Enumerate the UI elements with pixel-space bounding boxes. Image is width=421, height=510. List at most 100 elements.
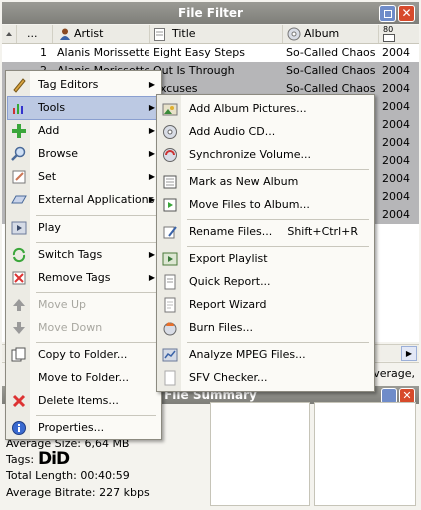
restore-button[interactable] — [379, 5, 396, 22]
menu-item-move-down[interactable]: Move Down — [8, 317, 159, 339]
quick-report-icon — [164, 274, 176, 290]
menu-separator — [187, 219, 369, 220]
context-menu: Tag Editors ▶ Tools ▶ Add ▶ Browse ▶ Set… — [5, 70, 162, 440]
menu-item-move-up[interactable]: Move Up — [8, 294, 159, 316]
submenu-arrow-icon: ▶ — [148, 126, 155, 135]
row-year: 2004 — [382, 82, 410, 95]
audio-cd-icon — [163, 125, 177, 139]
row-year: 2004 — [382, 118, 410, 131]
column-header-title[interactable]: Title — [150, 25, 283, 43]
menu-item-shortcut: Shift+Ctrl+R — [287, 225, 358, 238]
table-row[interactable]: 1 Alanis Morissette Eight Easy Steps So-… — [2, 44, 419, 62]
menu-item-move-files-to-album[interactable]: Move Files to Album... — [159, 194, 372, 216]
tags-logo: DiD — [38, 449, 70, 469]
menu-item-label: Export Playlist — [189, 252, 268, 265]
file-filter-title: File Filter — [178, 6, 243, 20]
average-bitrate: Average Bitrate: 227 kbps — [6, 486, 150, 499]
menu-item-quick-report[interactable]: Quick Report... — [159, 271, 372, 293]
menu-item-label: Move to Folder... — [38, 371, 130, 384]
menu-item-label: Burn Files... — [189, 321, 253, 334]
menu-separator — [36, 342, 156, 343]
menu-item-label: Set — [38, 170, 57, 183]
menu-item-play[interactable]: Play — [8, 217, 159, 239]
row-title: Out Is Through — [153, 64, 235, 77]
column-header-artist[interactable]: Artist — [54, 25, 150, 43]
new-album-icon — [163, 175, 177, 189]
rename-files-icon — [163, 226, 177, 239]
menu-item-label: Remove Tags — [38, 271, 111, 284]
menu-separator — [187, 246, 369, 247]
row-title: Eight Easy Steps — [153, 46, 245, 59]
tags-label: Tags: — [6, 453, 35, 466]
menu-item-external-applications[interactable]: External Applications ▶ — [8, 189, 159, 211]
menu-item-copy-to-folder[interactable]: Copy to Folder... — [8, 344, 159, 366]
menu-item-label: Mark as New Album — [189, 175, 299, 188]
submenu-arrow-icon: ▶ — [148, 149, 155, 158]
report-wizard-icon — [164, 297, 176, 313]
external-applications-icon — [11, 195, 27, 204]
copy-to-folder-icon — [11, 347, 26, 362]
tools-icon — [13, 104, 23, 114]
menu-separator — [187, 169, 369, 170]
album-header-label: Album — [304, 27, 340, 40]
menu-item-analyze-mpeg-files[interactable]: Analyze MPEG Files... — [159, 344, 372, 366]
menu-item-add-album-pictures[interactable]: Add Album Pictures... — [159, 98, 372, 120]
menu-item-label: Add — [38, 124, 60, 137]
artist-header-label: Artist — [74, 27, 104, 40]
export-playlist-icon — [162, 252, 178, 266]
menu-item-burn-files[interactable]: Burn Files... — [159, 317, 372, 339]
synchronize-volume-icon — [163, 148, 177, 162]
menu-item-set[interactable]: Set ▶ — [8, 166, 159, 188]
menu-item-mark-as-new-album[interactable]: Mark as New Album — [159, 171, 372, 193]
menu-item-tag-editors[interactable]: Tag Editors ▶ — [8, 74, 159, 96]
menu-item-label: Add Album Pictures... — [189, 102, 307, 115]
move-down-icon — [13, 322, 25, 334]
menu-item-tools[interactable]: Tools ▶ — [7, 96, 160, 120]
column-header-number[interactable]: ... — [17, 25, 53, 43]
menu-separator — [36, 215, 156, 216]
menu-item-remove-tags[interactable]: Remove Tags ▶ — [8, 267, 159, 289]
move-to-album-icon — [163, 198, 177, 212]
menu-item-synchronize-volume[interactable]: Synchronize Volume... — [159, 144, 372, 166]
file-filter-title-bar[interactable]: File Filter ✕ — [2, 2, 419, 24]
menu-item-add[interactable]: Add ▶ — [8, 120, 159, 142]
row-year: 2004 — [382, 172, 410, 185]
menu-item-label: Copy to Folder... — [38, 348, 128, 361]
menu-item-browse[interactable]: Browse ▶ — [8, 143, 159, 165]
album-pictures-icon — [162, 103, 178, 116]
menu-item-export-playlist[interactable]: Export Playlist — [159, 248, 372, 270]
album-art-box-1 — [210, 402, 310, 506]
menu-item-label: Report Wizard — [189, 298, 267, 311]
sort-arrow-icon[interactable] — [2, 25, 17, 43]
scroll-right-arrow-icon[interactable]: ▶ — [401, 346, 417, 361]
properties-icon — [12, 421, 26, 435]
menu-item-label: SFV Checker... — [189, 371, 268, 384]
menu-item-label: Browse — [38, 147, 79, 160]
column-header-album[interactable]: Album — [283, 25, 379, 43]
submenu-arrow-icon: ▶ — [148, 250, 155, 259]
menu-item-delete-items[interactable]: Delete Items... — [8, 390, 159, 412]
row-year: 2004 — [382, 154, 410, 167]
menu-item-label: Tag Editors — [38, 78, 99, 91]
row-artist: Alanis Morissette — [57, 46, 149, 59]
menu-item-rename-files[interactable]: Rename Files... Shift+Ctrl+R — [159, 221, 372, 243]
menu-item-move-to-folder[interactable]: Move to Folder... — [8, 367, 159, 389]
menu-item-label: Move Up — [38, 298, 87, 311]
menu-item-properties[interactable]: Properties... — [8, 417, 159, 439]
row-year: 2004 — [382, 100, 410, 113]
total-length: Total Length: 00:40:59 — [6, 469, 130, 482]
row-year: 2004 — [382, 190, 410, 203]
album-art-box-2 — [314, 402, 416, 506]
menu-item-add-audio-cd[interactable]: Add Audio CD... — [159, 121, 372, 143]
menu-separator — [36, 292, 156, 293]
close-button[interactable]: ✕ — [398, 5, 415, 22]
menu-item-report-wizard[interactable]: Report Wizard — [159, 294, 372, 316]
title-header-label: Title — [172, 27, 196, 40]
menu-item-switch-tags[interactable]: Switch Tags ▶ — [8, 244, 159, 266]
menu-separator — [187, 342, 369, 343]
menu-separator — [36, 415, 156, 416]
artist-icon — [60, 28, 70, 40]
move-up-icon — [13, 299, 25, 311]
menu-item-sfv-checker[interactable]: SFV Checker... — [159, 367, 372, 389]
column-header-year[interactable]: 80 — [379, 25, 419, 43]
